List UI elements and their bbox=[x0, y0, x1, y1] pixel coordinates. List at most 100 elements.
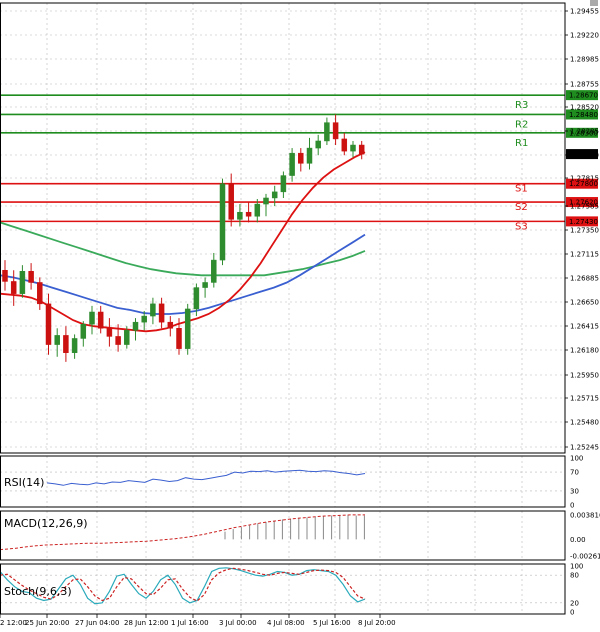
time-tick-label: 1 Jul 16:00 bbox=[171, 619, 209, 627]
candlesticks[interactable] bbox=[2, 114, 365, 362]
bull-candle bbox=[271, 191, 278, 199]
level-name-r3: R3 bbox=[515, 100, 528, 111]
bull-candle bbox=[202, 282, 208, 288]
stoch-tick-label: 100 bbox=[570, 563, 583, 571]
macd-panel: 0.003816 0.00 -0.002617 bbox=[0, 511, 600, 561]
price-tick-label: 1.27115 bbox=[570, 251, 599, 259]
bull-candle bbox=[237, 211, 243, 220]
bull-candle bbox=[71, 338, 78, 353]
price-tick-label: 1.25245 bbox=[570, 444, 599, 452]
level-name-s2: S2 bbox=[515, 202, 528, 213]
bear-candle bbox=[45, 303, 52, 345]
rsi-title: RSI(14) bbox=[4, 476, 44, 489]
bull-candle bbox=[350, 144, 356, 152]
bull-candle bbox=[193, 287, 200, 310]
price-tick-label: 1.25950 bbox=[570, 372, 599, 380]
forex-chart[interactable]: R31.28670R21.28480R11.28300S1 1.27800S2 1.… bbox=[0, 0, 600, 632]
bear-candle bbox=[176, 328, 182, 349]
bear-candle bbox=[106, 328, 113, 337]
bear-candle bbox=[2, 270, 8, 282]
price-tick-label: 1.28755 bbox=[570, 81, 599, 89]
stoch-panel: 10080 20 0 bbox=[0, 563, 583, 617]
level-price-r3: 1.28670 bbox=[569, 92, 598, 100]
time-tick-label: 3 Jul 00:00 bbox=[219, 619, 257, 627]
price-tick-label: 1.26180 bbox=[570, 347, 599, 355]
time-tick-label: 8 Jul 20:00 bbox=[358, 619, 396, 627]
level-name-s3: S3 bbox=[515, 221, 528, 232]
bull-candle bbox=[324, 122, 330, 142]
bull-candle bbox=[289, 152, 295, 176]
bull-candle bbox=[124, 330, 130, 345]
price-tick-label: 1.28050 bbox=[570, 152, 599, 160]
bull-candle bbox=[19, 271, 26, 294]
level-name-r2: R2 bbox=[515, 119, 528, 130]
bull-candle bbox=[315, 140, 321, 149]
level-name-r1: R1 bbox=[515, 138, 528, 149]
bull-candle bbox=[280, 175, 287, 193]
price-tick-label: 1.29455 bbox=[570, 8, 599, 16]
price-tick-label: 1.25715 bbox=[570, 395, 599, 403]
price-tick-label: 1.28520 bbox=[570, 104, 599, 112]
bear-candle bbox=[10, 281, 17, 294]
bull-candle bbox=[184, 308, 191, 349]
bear-candle bbox=[341, 138, 348, 152]
price-tick-label: 1.26415 bbox=[570, 323, 599, 331]
ma-slow-line bbox=[0, 221, 366, 277]
bull-candle bbox=[306, 147, 313, 164]
price-tick-label: 1.28285 bbox=[570, 128, 599, 136]
bull-candle bbox=[150, 303, 156, 317]
macd-tick-label: -0.002617 bbox=[570, 553, 600, 561]
bear-candle bbox=[28, 271, 34, 283]
bear-candle bbox=[97, 311, 104, 329]
bear-candle bbox=[63, 335, 69, 353]
stoch-title: Stoch(9,6,3) bbox=[4, 585, 72, 598]
moving-averages bbox=[0, 151, 366, 333]
price-tick-label: 1.25480 bbox=[570, 419, 599, 427]
macd-title: MACD(12,26,9) bbox=[4, 517, 88, 530]
bull-candle bbox=[80, 323, 87, 339]
rsi-line bbox=[46, 469, 366, 486]
stoch-tick-label: 80 bbox=[570, 572, 579, 580]
bull-candle bbox=[254, 203, 261, 217]
bear-candle bbox=[298, 152, 304, 164]
price-tick-label: 1.26885 bbox=[570, 275, 599, 283]
rsi-tick-label: 100 bbox=[570, 455, 583, 463]
rsi-tick-label: 30 bbox=[570, 487, 579, 495]
price-tick-label: 1.26650 bbox=[570, 299, 599, 307]
bear-candle bbox=[167, 321, 174, 329]
rsi-tick-label: 0 bbox=[570, 502, 574, 510]
price-tick-label: 1.27350 bbox=[570, 227, 599, 235]
stoch-tick-label: 0 bbox=[570, 609, 574, 617]
level-price-s3: 1.27430 bbox=[569, 218, 598, 226]
panel-frame bbox=[0, 563, 566, 615]
time-tick-label: 28 Jun 12:00 bbox=[124, 619, 168, 627]
ma-fast-line bbox=[0, 151, 366, 333]
corner-button bbox=[590, 0, 598, 6]
level-price-r2: 1.28480 bbox=[569, 111, 598, 119]
stoch-tick-label: 20 bbox=[570, 599, 579, 607]
macd-tick-label: 0.003816 bbox=[570, 511, 600, 519]
bear-candle bbox=[358, 144, 365, 155]
time-tick-label: 2 12:00 bbox=[0, 619, 27, 627]
price-tick-label: 1.28985 bbox=[570, 56, 599, 64]
rsi-tick-label: 70 bbox=[570, 469, 579, 477]
panel-frame bbox=[0, 455, 566, 508]
price-tick-label: 1.29220 bbox=[570, 32, 599, 40]
time-tick-label: 5 Jul 16:00 bbox=[313, 619, 351, 627]
time-axis: 2 12:0025 Jun 20:00 27 Jun 04:00 28 Jun 12… bbox=[0, 614, 396, 627]
rsi-panel: 100 70 30 0 bbox=[0, 455, 583, 510]
bull-candle bbox=[211, 259, 217, 283]
time-tick-label: 4 Jul 08:00 bbox=[267, 619, 305, 627]
bull-candle bbox=[141, 315, 147, 323]
bull-candle bbox=[89, 311, 95, 325]
bull-candle bbox=[219, 183, 226, 261]
price-tick-label: 1.27815 bbox=[570, 175, 599, 183]
level-name-s1: S1 bbox=[515, 184, 528, 195]
time-tick-label: 27 Jun 04:00 bbox=[75, 619, 119, 627]
bull-candle bbox=[263, 197, 269, 205]
bear-candle bbox=[158, 303, 165, 323]
bull-candle bbox=[132, 321, 139, 331]
bear-candle bbox=[332, 122, 339, 140]
macd-tick-label: 0.00 bbox=[570, 536, 586, 544]
time-tick-label: 25 Jun 20:00 bbox=[25, 619, 69, 627]
